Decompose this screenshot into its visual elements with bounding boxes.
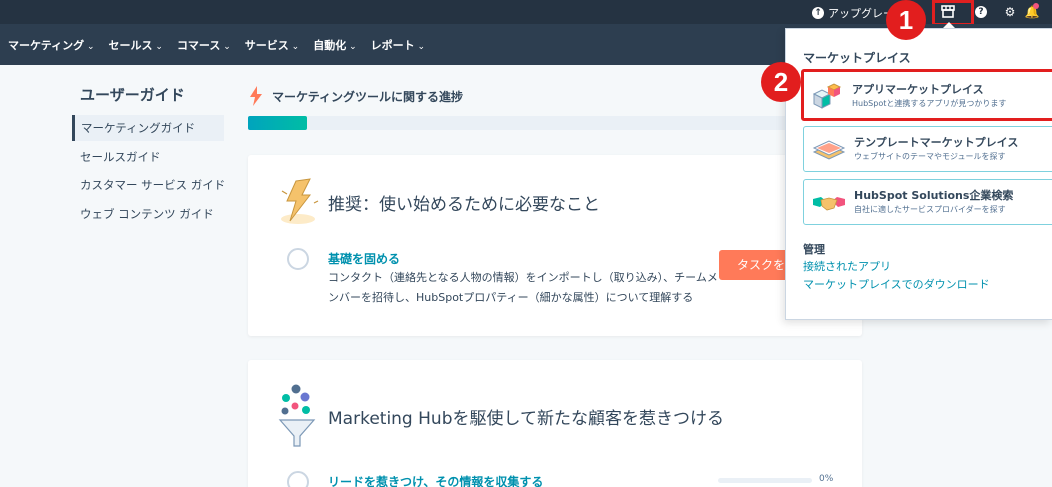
- task-progress-percent: 0%: [819, 474, 834, 484]
- app-marketplace-subtitle: HubSpotと連携するアプリが見つかります: [852, 99, 1007, 108]
- progress-bar: [248, 116, 788, 130]
- nav-item-reports[interactable]: レポート: [371, 37, 425, 53]
- funnel-illustration-icon: [278, 384, 316, 447]
- sidebar-item-service-guide[interactable]: カスタマー サービス ガイド: [72, 172, 225, 198]
- help-icon[interactable]: ?: [973, 4, 989, 20]
- gear-icon[interactable]: ⚙: [1002, 4, 1018, 20]
- recommended-card-title: 推奨：使い始めるために必要なこと: [328, 195, 600, 215]
- solutions-directory-subtitle: 自社に適したサービスプロバイダーを探す: [854, 205, 1006, 214]
- arrow-up-circle-icon: ↑: [812, 7, 824, 19]
- connected-apps-link[interactable]: 接続されたアプリ: [803, 258, 891, 274]
- marketplace-dropdown: マーケットプレイス アプリマーケットプレイス HubSpotと連携するアプリが見…: [785, 28, 1052, 320]
- nav-item-service[interactable]: サービス: [245, 37, 299, 53]
- marketplace-downloads-link[interactable]: マーケットプレイスでのダウンロード: [803, 276, 990, 292]
- recommended-card: 推奨：使い始めるために必要なこと 基礎を固める コンタクト（連絡先となる人物の情…: [248, 155, 862, 336]
- nav-item-automation[interactable]: 自動化: [313, 37, 356, 53]
- task-foundation-description: コンタクト（連絡先となる人物の情報）をインポートし（取り込み）、チームメンバーを…: [328, 271, 718, 304]
- app-marketplace-title: アプリマーケットプレイス: [852, 83, 984, 96]
- spark-icon: [250, 86, 262, 106]
- task-complete-radio[interactable]: [287, 471, 309, 487]
- solutions-directory-option[interactable]: HubSpot Solutions企業検索 自社に適したサービスプロバイダーを探…: [803, 179, 1052, 225]
- sidebar-item-sales-guide[interactable]: セールスガイド: [72, 144, 224, 170]
- template-layers-icon: [812, 140, 846, 160]
- task-attract-leads-title[interactable]: リードを惹きつけ、その情報を収集する: [328, 473, 543, 487]
- app-marketplace-option[interactable]: アプリマーケットプレイス HubSpotと連携するアプリが見つかります: [801, 69, 1052, 121]
- app-cubes-icon: [812, 83, 842, 109]
- nav-item-marketing[interactable]: マーケティング: [8, 37, 95, 53]
- handshake-icon: [813, 197, 845, 211]
- marketing-hub-card: Marketing Hubを駆使して新たな顧客を惹きつける リードを惹きつけ、そ…: [248, 360, 862, 487]
- template-marketplace-subtitle: ウェブサイトのテーマやモジュールを探す: [854, 152, 1006, 161]
- sidebar-item-marketing-guide[interactable]: マーケティングガイド: [72, 115, 224, 141]
- marketing-hub-card-title: Marketing Hubを駆使して新たな顧客を惹きつける: [328, 409, 724, 429]
- sidebar-item-web-content-guide[interactable]: ウェブ コンテンツ ガイド: [72, 201, 224, 227]
- manage-heading: 管理: [803, 243, 825, 256]
- progress-title: マーケティングツールに関する進捗: [272, 89, 464, 104]
- nav-item-sales[interactable]: セールス: [109, 37, 163, 53]
- task-complete-radio[interactable]: [287, 248, 309, 270]
- upgrade-link[interactable]: ↑ アップグレー: [812, 5, 894, 21]
- progress-heading: マーケティングツールに関する進捗: [248, 86, 463, 106]
- sidebar-title: ユーザーガイド: [80, 86, 185, 104]
- dropdown-heading: マーケットプレイス: [803, 51, 911, 65]
- step-badge-2: 2: [761, 62, 801, 102]
- progress-bar-fill: [248, 116, 308, 130]
- upgrade-label: アップグレー: [828, 7, 894, 20]
- nav-item-commerce[interactable]: コマース: [177, 37, 231, 53]
- task-progress-bar: [718, 478, 812, 483]
- lightning-illustration-icon: [281, 178, 319, 224]
- template-marketplace-title: テンプレートマーケットプレイス: [854, 136, 1019, 149]
- task-foundation-title[interactable]: 基礎を固める: [328, 250, 400, 267]
- solutions-directory-title: HubSpot Solutions企業検索: [854, 189, 1014, 202]
- notification-dot: [1033, 3, 1039, 9]
- step-badge-1: 1: [886, 0, 926, 40]
- template-marketplace-option[interactable]: テンプレートマーケットプレイス ウェブサイトのテーマやモジュールを探す: [803, 126, 1052, 172]
